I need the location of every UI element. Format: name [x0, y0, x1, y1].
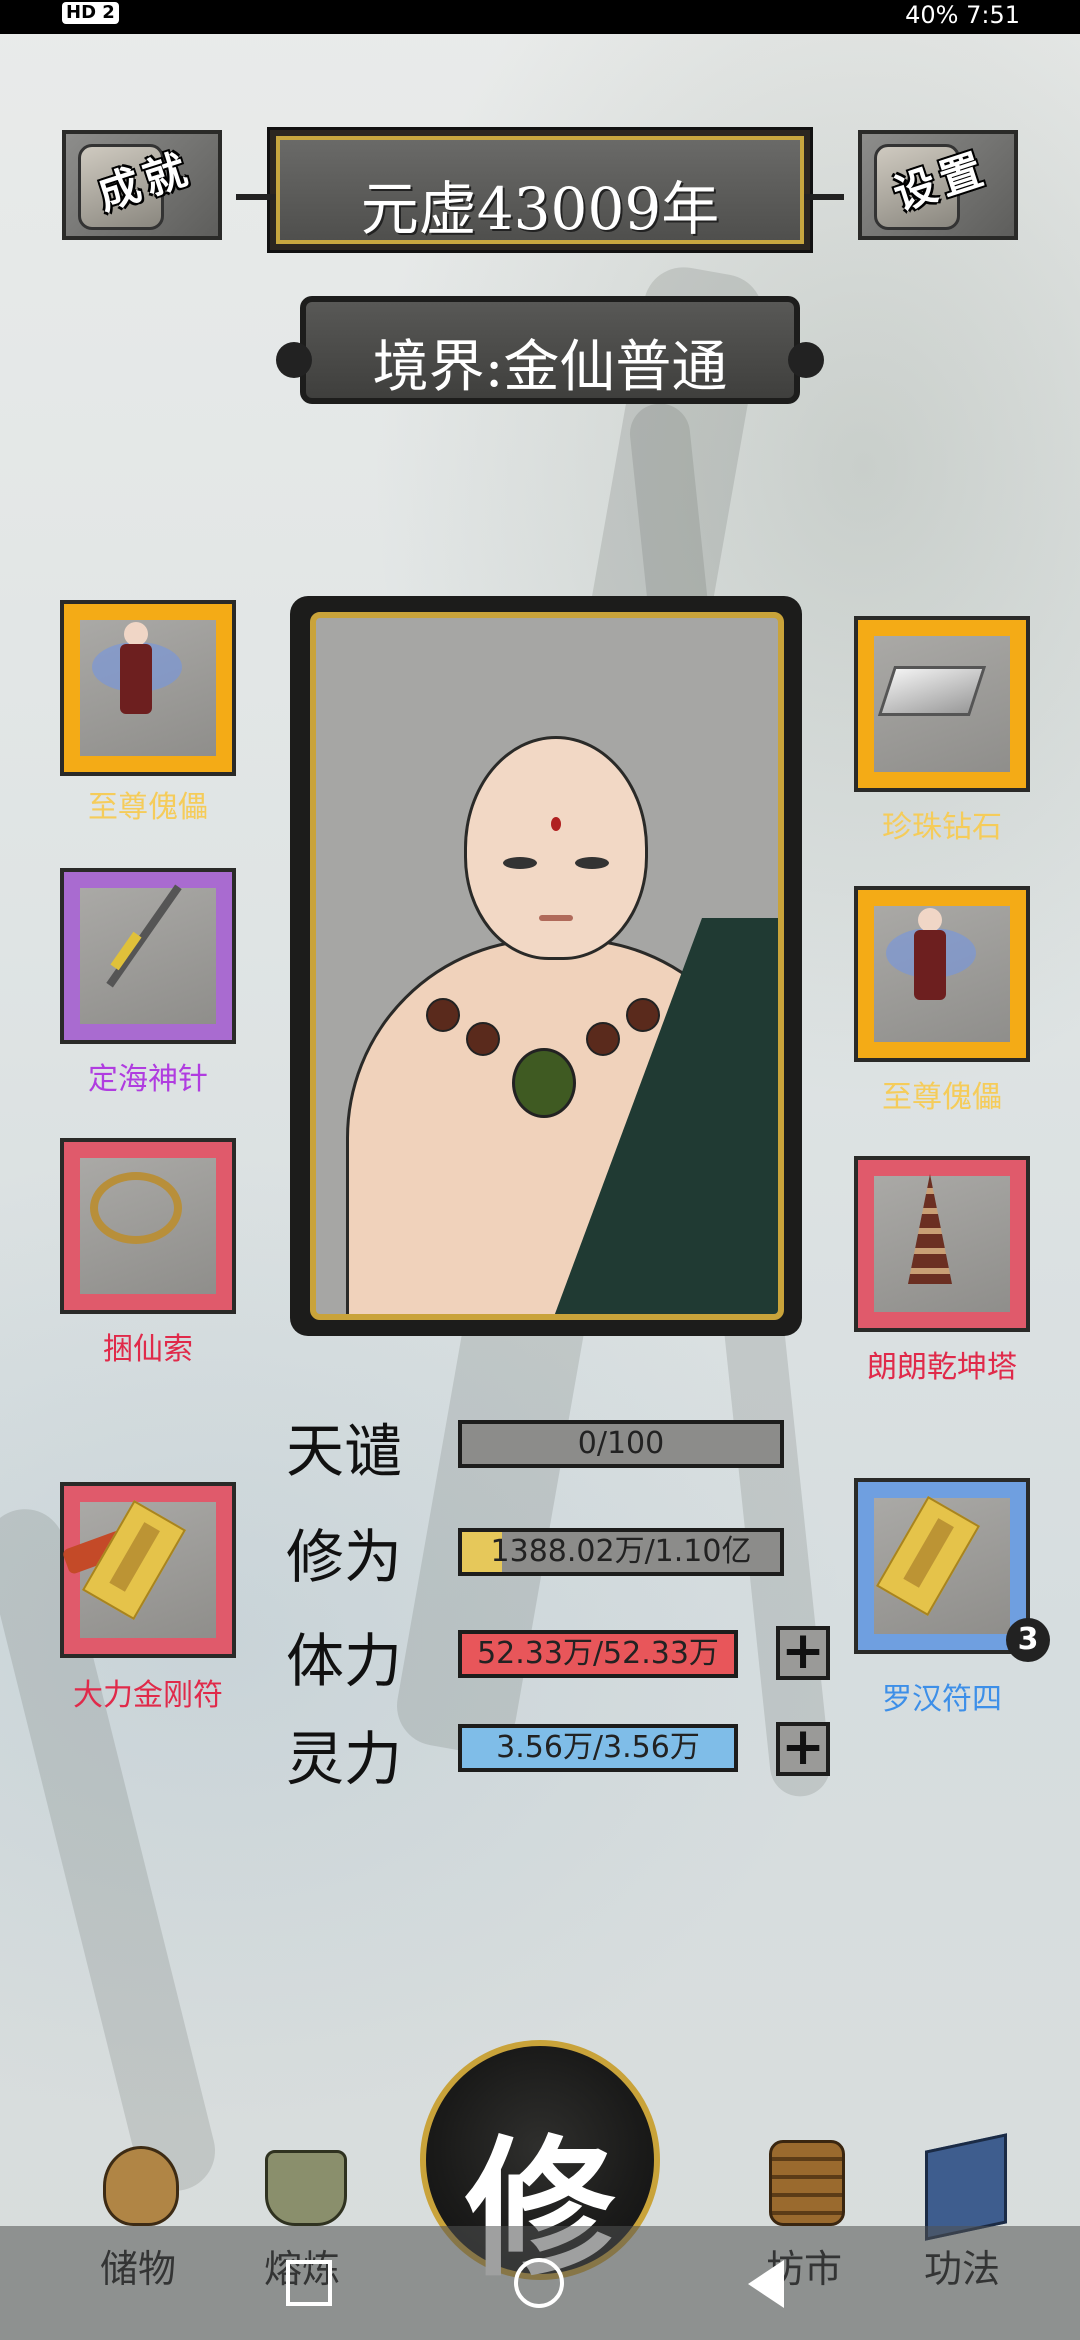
network-indicator: HD 2: [62, 2, 119, 24]
lingli-value: 3.56万/3.56万: [496, 1730, 700, 1765]
diamond-icon: [877, 666, 987, 716]
home-button[interactable]: [514, 2258, 564, 2308]
battery-and-time: 40% 7:51: [905, 1, 1020, 29]
mouth: [539, 915, 573, 921]
realm-text: 境界:金仙普通: [372, 335, 728, 400]
pouch-icon: [83, 2120, 193, 2230]
equip-slot-right-2[interactable]: [854, 886, 1030, 1062]
forehead-mark: [551, 817, 561, 831]
stat-label-lingli: 灵力: [286, 1725, 403, 1793]
equip-name-right-2: 至尊傀儡: [882, 1080, 1002, 1115]
right-eye: [575, 857, 609, 869]
puppet-icon: [886, 908, 976, 1008]
coins-icon: [749, 2120, 859, 2230]
stat-label-tianqian: 天谴: [286, 1417, 403, 1485]
lingli-bar: 3.56万/3.56万: [458, 1724, 738, 1772]
equip-slot-left-3[interactable]: [60, 1138, 236, 1314]
cauldron-icon: [247, 2120, 357, 2230]
jade-pendant: [512, 1048, 576, 1118]
bead: [586, 1022, 620, 1056]
equip-name-right-4: 罗汉符四: [882, 1682, 1002, 1717]
equip-slot-left-4[interactable]: [60, 1482, 236, 1658]
item-count-badge: 3: [1006, 1618, 1050, 1662]
stat-label-xiuwei: 修为: [286, 1523, 403, 1591]
achievements-button[interactable]: 成就: [62, 130, 222, 240]
tili-bar: 52.33万/52.33万: [458, 1630, 738, 1678]
character-portrait[interactable]: [310, 612, 784, 1320]
year-text: 元虚43009年: [360, 175, 720, 243]
stat-label-tili: 体力: [286, 1627, 403, 1695]
add-tili-button[interactable]: +: [776, 1625, 830, 1680]
back-button[interactable]: [748, 2260, 784, 2308]
realm-banner: 境界:金仙普通: [276, 296, 824, 404]
status-bar: HD 2 40% 7:51: [0, 0, 1080, 34]
recents-button[interactable]: [286, 2260, 332, 2306]
equip-name-left-2: 定海神针: [88, 1062, 208, 1097]
bead: [626, 998, 660, 1032]
book-icon: [907, 2120, 1017, 2241]
equip-name-right-3: 朗朗乾坤塔: [867, 1350, 1017, 1385]
equip-name-left-3: 捆仙索: [103, 1332, 193, 1367]
add-lingli-button[interactable]: +: [776, 1721, 830, 1776]
bead: [466, 1022, 500, 1056]
slot-background: [80, 888, 216, 1024]
tianqian-value: 0/100: [577, 1426, 665, 1461]
equip-name-left-1: 至尊傀儡: [88, 790, 208, 825]
left-eye: [503, 857, 537, 869]
settings-button[interactable]: 设置: [858, 130, 1018, 240]
xiuwei-bar: 1388.02万/1.10亿: [458, 1528, 784, 1576]
equip-name-right-1: 珍珠钻石: [882, 810, 1002, 845]
year-banner: 元虚43009年: [236, 130, 844, 250]
equip-name-left-4: 大力金刚符: [73, 1678, 223, 1713]
xiuwei-value: 1388.02万/1.10亿: [490, 1534, 752, 1569]
bead: [426, 998, 460, 1032]
equip-slot-right-3[interactable]: [854, 1156, 1030, 1332]
rope-icon: [90, 1172, 182, 1244]
system-navigation-bar: [0, 2226, 1080, 2340]
equip-slot-left-1[interactable]: [60, 600, 236, 776]
equip-slot-right-1[interactable]: [854, 616, 1030, 792]
equip-slot-left-2[interactable]: [60, 868, 236, 1044]
puppet-icon: [92, 622, 182, 722]
tianqian-bar: 0/100: [458, 1420, 784, 1468]
equip-slot-right-4[interactable]: 3: [854, 1478, 1050, 1662]
tili-value: 52.33万/52.33万: [477, 1636, 719, 1671]
character-head: [464, 736, 648, 960]
